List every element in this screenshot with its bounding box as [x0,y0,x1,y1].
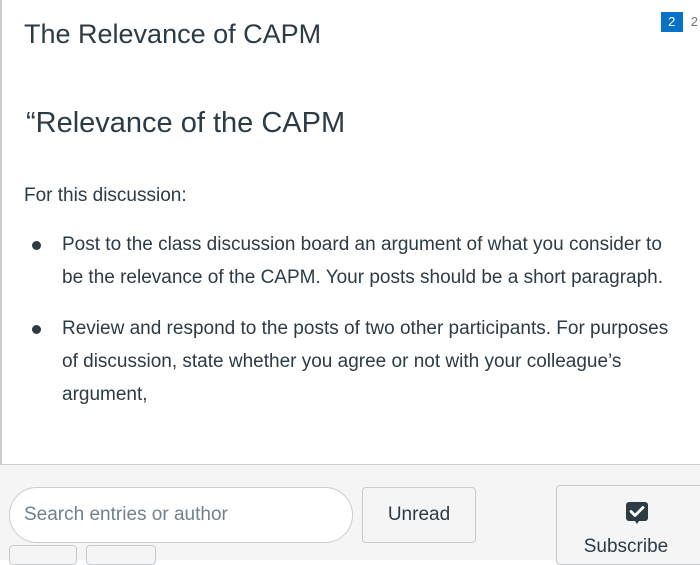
discussion-heading: “Relevance of the CAPM [26,107,346,139]
unread-count-badge: 2 [660,12,683,32]
secondary-toolbar-button[interactable] [86,545,156,565]
subscribe-label: Subscribe [583,536,669,557]
list-item: Post to the class discussion board an ar… [24,228,684,294]
checkmark-box-icon [626,502,648,524]
secondary-toolbar-button[interactable] [9,545,77,565]
list-item-text: Post to the class discussion board an ar… [62,234,663,288]
total-count-badge: 2 [690,14,698,29]
list-item: Review and respond to the posts of two o… [24,312,684,411]
bullet-icon [32,241,41,250]
search-input[interactable] [9,487,353,543]
discussion-intro: For this discussion: [24,185,187,206]
list-item-text: Review and respond to the posts of two o… [62,318,669,405]
subscribe-button[interactable]: Subscribe [556,485,700,565]
reply-count-badges: 2 2 [660,12,700,32]
page-title: The Relevance of CAPM [24,19,322,49]
bullet-icon [32,325,41,334]
discussion-bullet-list: Post to the class discussion board an ar… [24,228,684,429]
unread-filter-button[interactable]: Unread [362,487,476,543]
